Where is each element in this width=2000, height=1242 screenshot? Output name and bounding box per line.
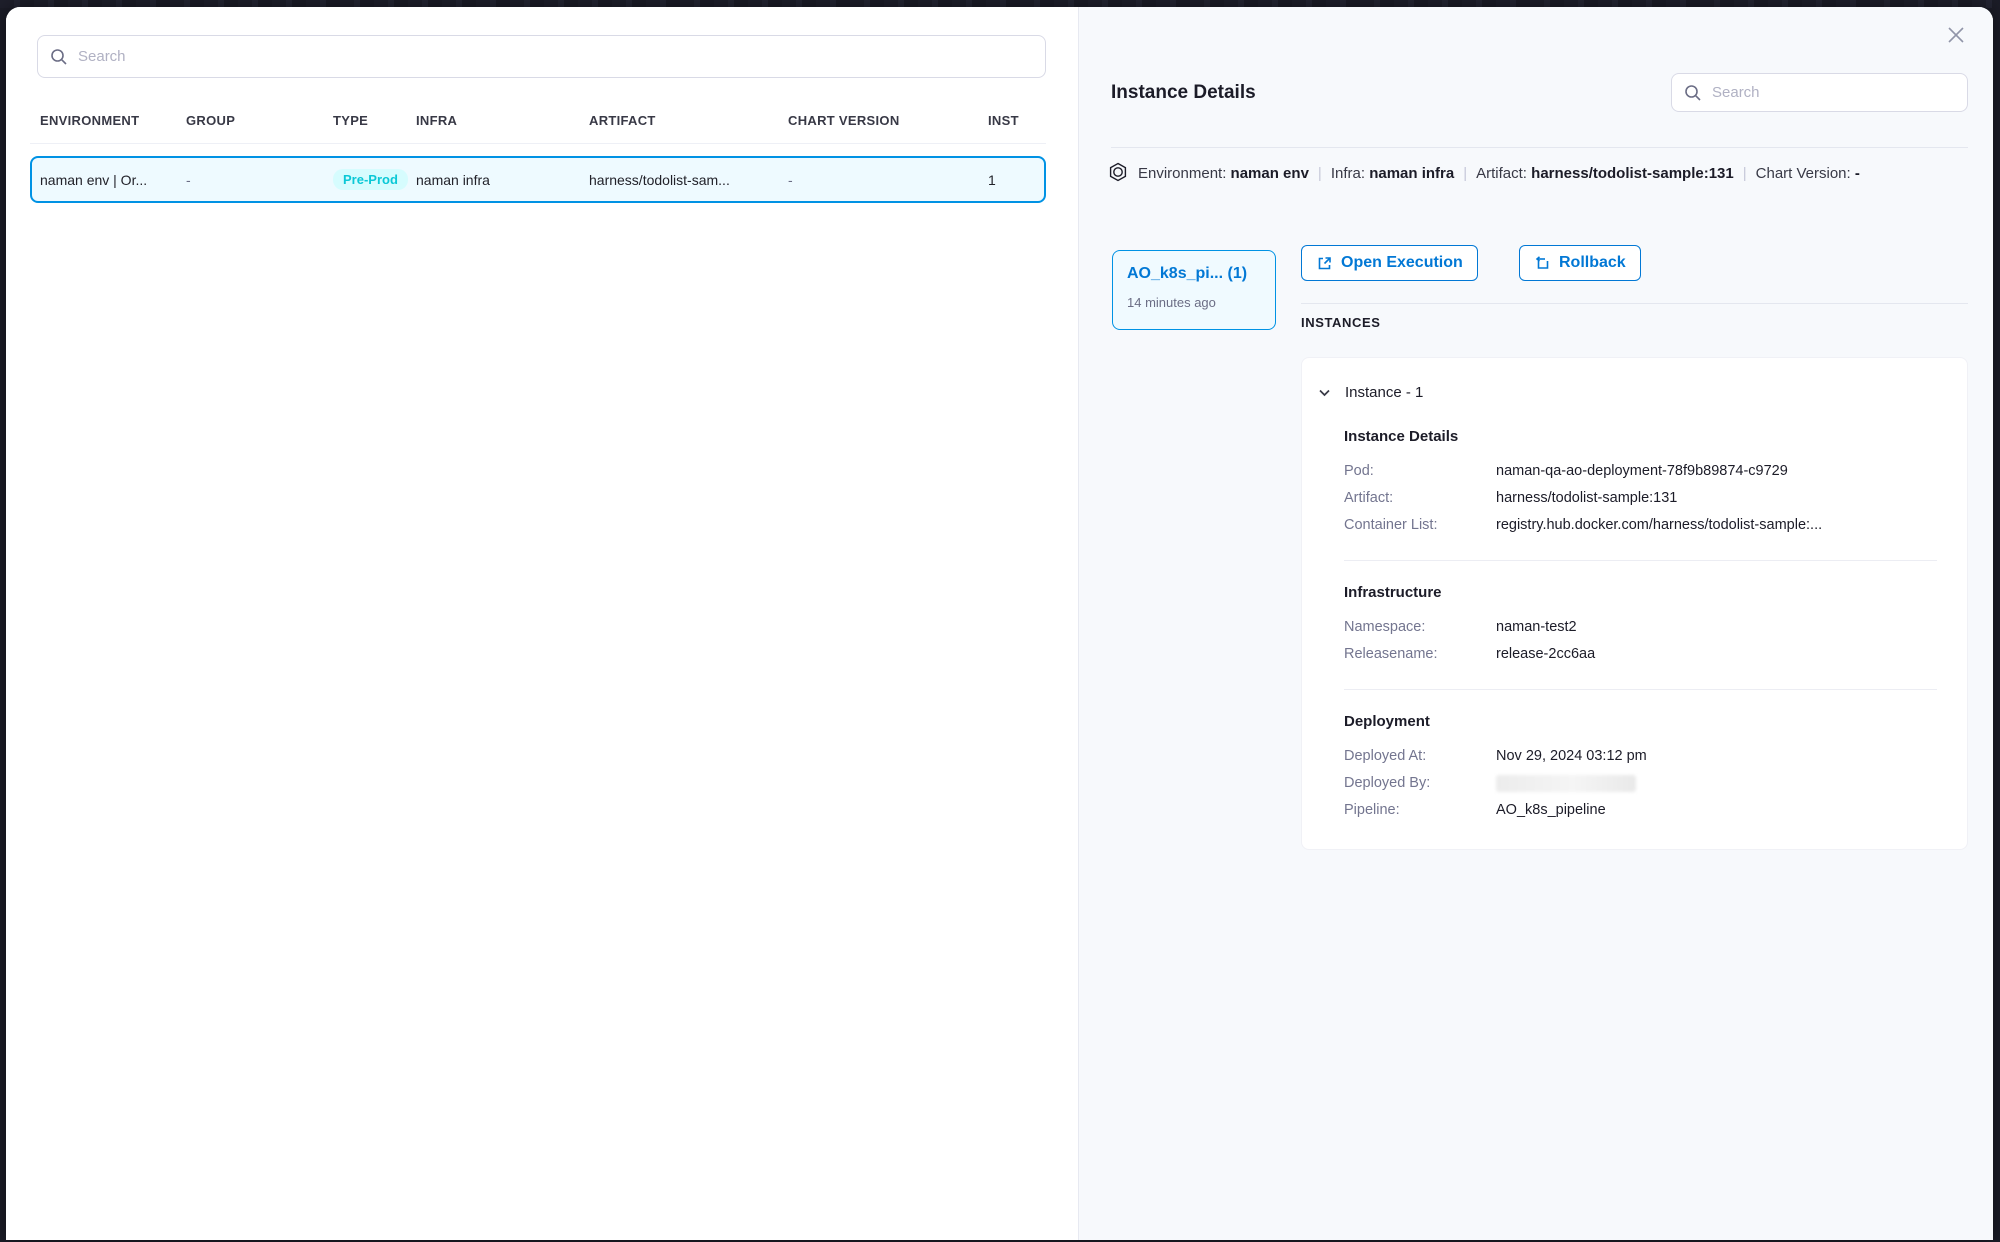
row-type-badge: Pre-Prod: [333, 169, 408, 190]
row-infra: naman infra: [416, 172, 589, 188]
instances-search-input[interactable]: [1712, 84, 1955, 101]
close-icon[interactable]: [1944, 23, 1968, 47]
environment-icon: [1108, 162, 1128, 182]
row-group: -: [186, 172, 333, 188]
infra-row-namespace: Namespace: naman-test2: [1344, 614, 1937, 641]
col-chart-version: CHART VERSION: [788, 113, 988, 128]
namespace-value: naman-test2: [1496, 614, 1577, 641]
deploy-row-deployed-at: Deployed At: Nov 29, 2024 03:12 pm: [1344, 743, 1937, 770]
summary-artifact-label: Artifact:: [1476, 165, 1527, 182]
col-type: TYPE: [333, 113, 416, 128]
row-chart-version: -: [788, 172, 988, 188]
summary-infra-value: naman infra: [1369, 165, 1454, 182]
instances-card: Instance - 1 Instance Details Pod: naman…: [1301, 357, 1968, 850]
col-artifact: ARTIFACT: [589, 113, 788, 128]
environments-list-panel: ENVIRONMENT GROUP TYPE INFRA ARTIFACT CH…: [6, 7, 1078, 1240]
chevron-down-icon: [1317, 385, 1332, 400]
table-row[interactable]: naman env | Or... - Pre-Prod naman infra…: [30, 156, 1046, 203]
summary-chart-version-label: Chart Version:: [1756, 165, 1851, 182]
infrastructure-heading: Infrastructure: [1344, 584, 1937, 601]
external-link-icon: [1316, 255, 1333, 272]
instance-header-label: Instance - 1: [1345, 384, 1423, 401]
deploy-row-pipeline: Pipeline: AO_k8s_pipeline: [1344, 797, 1937, 824]
summary-separator: |: [1734, 165, 1756, 182]
open-execution-button[interactable]: Open Execution: [1301, 245, 1478, 281]
container-list-label: Container List:: [1344, 512, 1496, 539]
pod-label: Pod:: [1344, 458, 1496, 485]
infra-row-releasename: Releasename: release-2cc6aa: [1344, 641, 1937, 668]
environments-search[interactable]: [37, 35, 1046, 78]
summary-separator: |: [1309, 165, 1331, 182]
summary-artifact-value: harness/todolist-sample:131: [1531, 165, 1734, 182]
deployed-by-label: Deployed By:: [1344, 770, 1496, 797]
rollback-button[interactable]: Rollback: [1519, 245, 1641, 281]
pod-value: naman-qa-ao-deployment-78f9b89874-c9729: [1496, 458, 1788, 485]
deployed-by-redacted-value: [1496, 775, 1636, 792]
table-header: ENVIRONMENT GROUP TYPE INFRA ARTIFACT CH…: [40, 110, 1046, 130]
section-divider: [1344, 560, 1937, 561]
execution-card-time: 14 minutes ago: [1127, 295, 1275, 310]
table-header-divider: [30, 143, 1046, 144]
search-icon: [1684, 84, 1702, 102]
instances-search[interactable]: [1671, 73, 1968, 112]
artifact-label: Artifact:: [1344, 485, 1496, 512]
deployed-at-label: Deployed At:: [1344, 743, 1496, 770]
pipeline-label: Pipeline:: [1344, 797, 1496, 824]
detail-row-artifact: Artifact: harness/todolist-sample:131: [1344, 485, 1937, 512]
pipeline-value: AO_k8s_pipeline: [1496, 797, 1606, 824]
releasename-label: Releasename:: [1344, 641, 1496, 668]
row-environment: naman env | Or...: [40, 172, 186, 188]
section-divider: [1344, 689, 1937, 690]
rollback-icon: [1534, 255, 1551, 272]
execution-card-title: AO_k8s_pi... (1): [1127, 265, 1275, 283]
executions-divider: [1301, 303, 1968, 304]
rollback-label: Rollback: [1559, 254, 1626, 272]
namespace-label: Namespace:: [1344, 614, 1496, 641]
summary-separator: |: [1454, 165, 1476, 182]
col-infra: INFRA: [416, 113, 589, 128]
summary-environment-label: Environment:: [1138, 165, 1226, 182]
summary-chart-version-value: -: [1855, 165, 1860, 182]
deployed-at-value: Nov 29, 2024 03:12 pm: [1496, 743, 1647, 770]
deploy-row-deployed-by: Deployed By:: [1344, 770, 1937, 797]
col-inst: INST: [988, 113, 1046, 128]
summary-infra-label: Infra:: [1331, 165, 1365, 182]
open-execution-label: Open Execution: [1341, 254, 1463, 272]
search-icon: [50, 48, 68, 66]
environment-summary: Environment: naman env|Infra: naman infr…: [1106, 159, 1974, 189]
row-artifact: harness/todolist-sam...: [589, 172, 788, 188]
panel-title: Instance Details: [1111, 82, 1256, 104]
row-inst-count: 1: [988, 172, 1044, 188]
header-divider: [1111, 147, 1968, 148]
instance-accordion-header[interactable]: Instance - 1: [1317, 378, 1937, 401]
detail-row-container-list: Container List: registry.hub.docker.com/…: [1344, 512, 1937, 539]
instance-body: Instance Details Pod: naman-qa-ao-deploy…: [1344, 428, 1937, 824]
execution-card[interactable]: AO_k8s_pi... (1) 14 minutes ago: [1112, 250, 1276, 330]
artifact-value: harness/todolist-sample:131: [1496, 485, 1677, 512]
instances-section-label: INSTANCES: [1301, 315, 1381, 330]
detail-row-pod: Pod: naman-qa-ao-deployment-78f9b89874-c…: [1344, 458, 1937, 485]
col-group: GROUP: [186, 113, 333, 128]
releasename-value: release-2cc6aa: [1496, 641, 1595, 668]
instance-details-panel: Instance Details Environment: naman env|…: [1078, 7, 1993, 1240]
environments-search-input[interactable]: [78, 48, 1033, 65]
instance-details-heading: Instance Details: [1344, 428, 1937, 445]
deployment-heading: Deployment: [1344, 713, 1937, 730]
col-environment: ENVIRONMENT: [40, 113, 186, 128]
summary-environment-value: naman env: [1231, 165, 1309, 182]
container-list-value: registry.hub.docker.com/harness/todolist…: [1496, 512, 1822, 539]
instances-modal: ENVIRONMENT GROUP TYPE INFRA ARTIFACT CH…: [6, 7, 1993, 1240]
